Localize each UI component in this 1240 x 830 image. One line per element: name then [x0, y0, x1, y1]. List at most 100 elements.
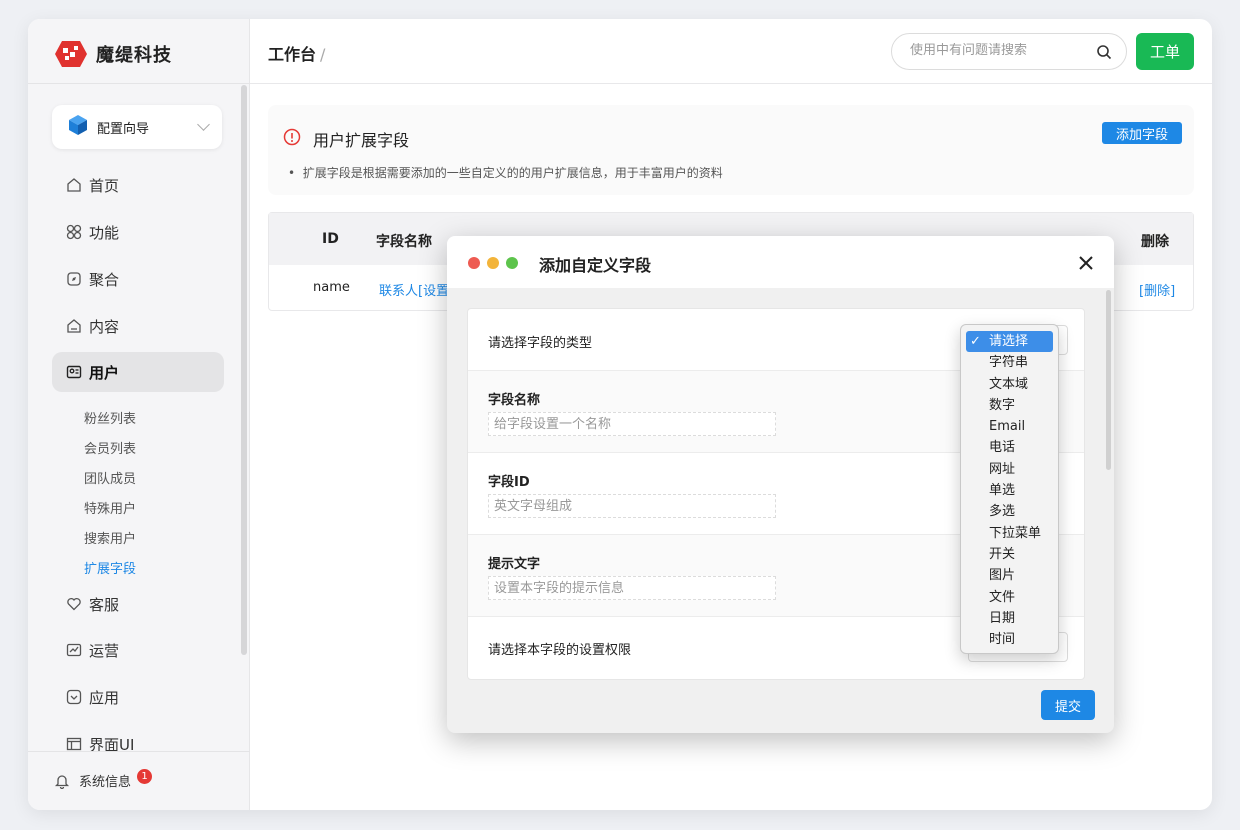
field-hint-input[interactable] [488, 576, 776, 600]
dropdown-option[interactable]: 网址 [966, 459, 1053, 480]
sidebar-item-label: 用户 [89, 363, 120, 382]
sub-item-extended-fields[interactable]: 扩展字段 [84, 558, 136, 577]
dropdown-option[interactable]: Email [966, 416, 1053, 437]
notice-description: • 扩展字段是根据需要添加的一些自定义的的用户扩展信息，用于丰富用户的资料 [288, 166, 723, 180]
top-header: 工作台/ 工单 [250, 19, 1212, 84]
breadcrumb: 工作台 / [268, 41, 325, 65]
sub-item-team[interactable]: 团队成员 [84, 468, 136, 487]
info-icon [283, 128, 301, 146]
modal-footer: 提交 [447, 680, 1114, 733]
window-maximize-dot[interactable] [506, 257, 518, 269]
dropdown-option[interactable]: ✓ 请选择 [966, 331, 1053, 353]
logo-mark-icon [54, 39, 88, 69]
dropdown-option[interactable]: 下拉菜单 [966, 523, 1053, 544]
chart-icon [66, 642, 82, 658]
cell-field-name-link[interactable]: 联系人[设置 [379, 280, 449, 299]
close-icon[interactable] [1076, 253, 1096, 273]
bell-icon [54, 773, 70, 789]
sidebar-item-users[interactable]: 用户 [52, 352, 224, 392]
dropdown-option[interactable]: 日期 [966, 608, 1053, 629]
breadcrumb-separator: / [320, 45, 326, 64]
field-name-input[interactable] [488, 412, 776, 436]
sidebar-item-label: 客服 [89, 595, 120, 614]
grid-icon [66, 224, 82, 240]
dropdown-option[interactable]: 时间 [966, 629, 1053, 650]
notice-title: 用户扩展字段 [313, 131, 410, 150]
search-icon[interactable] [1096, 44, 1112, 60]
content-icon [66, 318, 82, 334]
field-id-label: 字段ID [488, 475, 530, 490]
field-type-label: 请选择字段的类型 [488, 336, 593, 351]
window-minimize-dot[interactable] [487, 257, 499, 269]
sidebar-item-home[interactable]: 首页 [52, 165, 224, 205]
sidebar-item-label: 内容 [89, 317, 120, 336]
chevron-down-icon [197, 118, 210, 131]
sidebar-item-operations[interactable]: 运营 [52, 630, 224, 670]
sidebar-item-features[interactable]: 功能 [52, 212, 224, 252]
sidebar-item-label: 首页 [89, 176, 120, 195]
heart-icon [66, 596, 82, 612]
dropdown-option[interactable]: 字符串 [966, 352, 1053, 373]
dropdown-option[interactable]: 文本域 [966, 374, 1053, 395]
modal-scrollbar[interactable] [1106, 290, 1111, 470]
brand-name: 魔缇科技 [96, 45, 172, 66]
notice-panel: 用户扩展字段 • 扩展字段是根据需要添加的一些自定义的的用户扩展信息，用于丰富用… [268, 105, 1194, 195]
submit-button[interactable]: 提交 [1041, 690, 1095, 720]
column-header-name: 字段名称 [376, 234, 432, 250]
search-input[interactable] [910, 43, 1080, 58]
check-icon: ✓ [970, 334, 981, 349]
delete-link[interactable]: [删除] [1139, 280, 1175, 299]
sidebar-item-label: 运营 [89, 641, 120, 660]
field-type-dropdown: ✓ 请选择 字符串 文本域 数字 Email 电话 网址 单选 多选 下拉菜单 开… [960, 324, 1059, 654]
sub-item-members[interactable]: 会员列表 [84, 438, 136, 457]
option-label: 请选择 [989, 334, 1029, 349]
sidebar-scrollbar[interactable] [241, 85, 247, 655]
sidebar: 魔缇科技 配置向导 首页 功能 聚合 内容 用户 粉丝列表 会员列表 团队成员 … [28, 19, 250, 810]
ticket-button[interactable]: 工单 [1136, 33, 1194, 70]
dropdown-option[interactable]: 开关 [966, 544, 1053, 565]
field-name-label: 字段名称 [488, 393, 541, 408]
divider [28, 83, 250, 84]
notice-description-text: 扩展字段是根据需要添加的一些自定义的的用户扩展信息，用于丰富用户的资料 [302, 166, 723, 180]
sidebar-item-aggregate[interactable]: 聚合 [52, 259, 224, 299]
sub-item-search-users[interactable]: 搜索用户 [84, 528, 136, 547]
layout-icon [66, 736, 82, 752]
dropdown-option[interactable]: 单选 [966, 480, 1053, 501]
dropdown-option[interactable]: 数字 [966, 395, 1053, 416]
dropdown-option[interactable]: 电话 [966, 437, 1053, 458]
sidebar-item-label: 聚合 [89, 270, 120, 289]
home-icon [66, 177, 82, 193]
breadcrumb-item[interactable]: 工作台 [268, 45, 316, 64]
dropdown-option[interactable]: 图片 [966, 565, 1053, 586]
config-wizard-select[interactable]: 配置向导 [52, 105, 222, 149]
field-id-input[interactable] [488, 494, 776, 518]
field-permission-label: 请选择本字段的设置权限 [488, 643, 632, 658]
add-field-button[interactable]: 添加字段 [1101, 122, 1182, 144]
sub-item-fans[interactable]: 粉丝列表 [84, 408, 136, 427]
dropdown-option[interactable]: 文件 [966, 587, 1053, 608]
sub-item-special-users[interactable]: 特殊用户 [84, 498, 136, 517]
app-icon [66, 689, 82, 705]
system-info-button[interactable]: 系统信息 [54, 771, 131, 790]
user-card-icon [66, 364, 82, 380]
brand-logo[interactable]: 魔缇科技 [54, 37, 172, 71]
cube-icon [67, 114, 89, 140]
search-box [891, 33, 1127, 70]
sidebar-item-ui[interactable]: 界面UI [52, 724, 224, 764]
sidebar-item-service[interactable]: 客服 [52, 584, 224, 624]
wizard-label: 配置向导 [97, 121, 150, 137]
sidebar-item-label: 功能 [89, 223, 120, 242]
sidebar-item-apps[interactable]: 应用 [52, 677, 224, 717]
sidebar-item-label: 应用 [89, 688, 120, 707]
column-header-delete: 删除 [1141, 234, 1169, 250]
notification-badge: 1 [137, 769, 152, 784]
sidebar-item-content[interactable]: 内容 [52, 306, 224, 346]
dropdown-option[interactable]: 多选 [966, 501, 1053, 522]
compass-icon [66, 271, 82, 287]
window-close-dot[interactable] [468, 257, 480, 269]
column-header-id: ID [322, 231, 339, 247]
cell-field-id: name [313, 280, 350, 295]
system-info-label: 系统信息 [79, 775, 132, 790]
divider [28, 751, 250, 752]
field-hint-label: 提示文字 [488, 557, 541, 572]
